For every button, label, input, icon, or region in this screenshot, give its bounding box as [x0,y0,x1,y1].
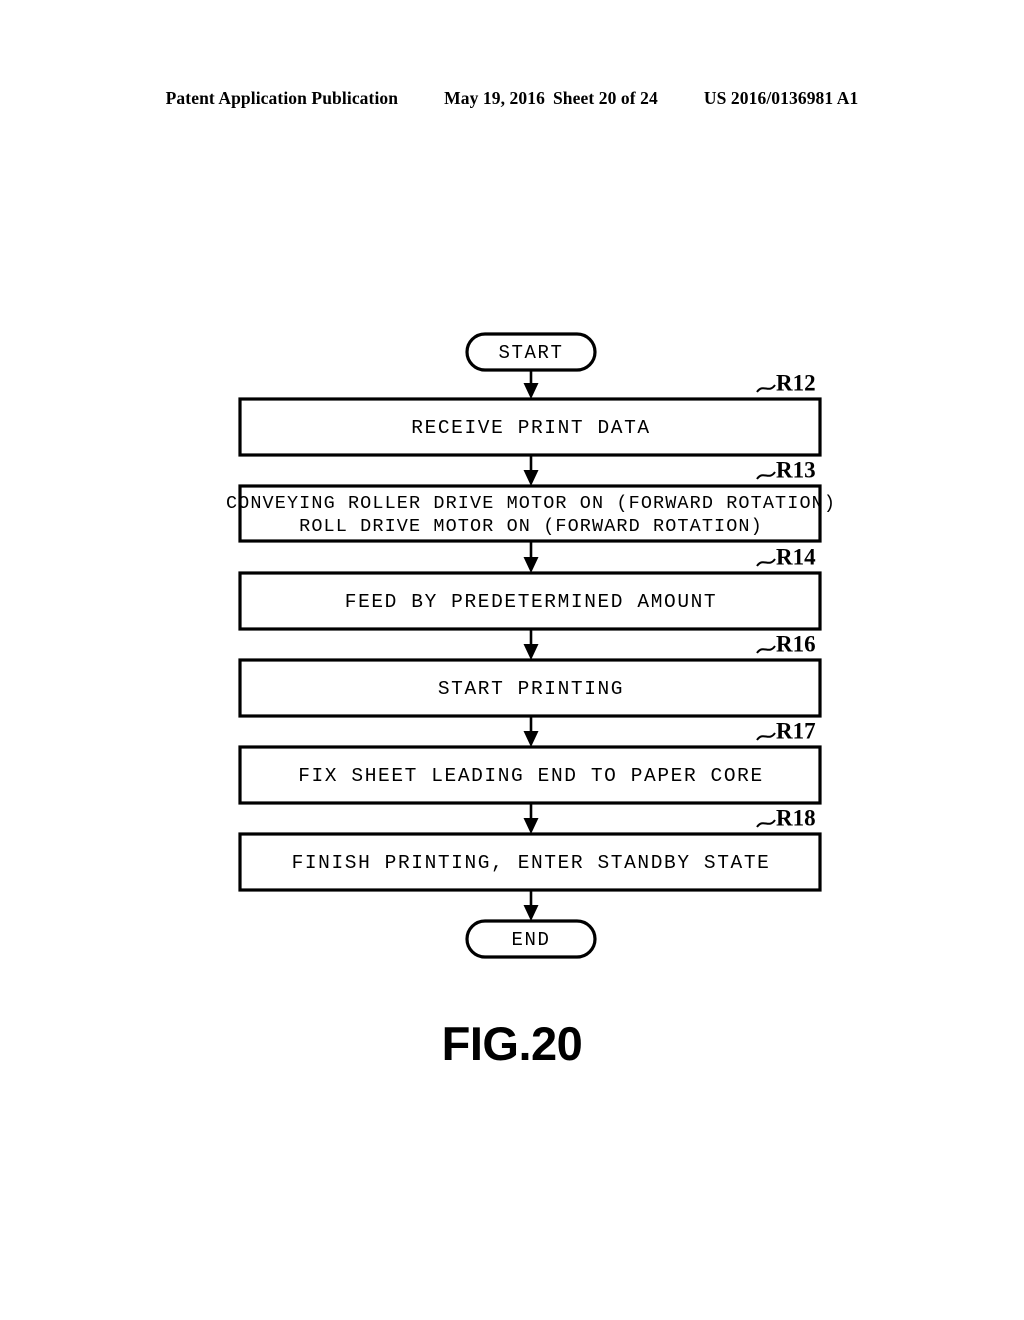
r17-step-line-1: FIX SHEET LEADING END TO PAPER CORE [298,765,764,787]
end-terminator-label: END [511,929,550,951]
r16-step-line-1: START PRINTING [438,678,624,700]
r18-step-line-1: FINISH PRINTING, ENTER STANDBY STATE [292,852,771,874]
r16-reference-label: R16 [776,631,816,656]
r13-step-line-2: ROLL DRIVE MOTOR ON (FORWARD ROTATION) [299,516,763,537]
start-terminator-label: START [498,342,563,364]
r14-step-line-1: FEED BY PREDETERMINED AMOUNT [345,591,717,613]
r13-reference-label: R13 [776,457,816,482]
connector-r14-to-r16 [523,629,539,660]
connector-r12-to-r13 [523,455,539,486]
r18-reference-label: R18 [776,805,816,830]
connector-r18-to-end [523,890,539,921]
r14-reference-label: R14 [776,544,816,569]
figure-caption: FIG.20 [441,1017,583,1070]
r12-step-line-1: RECEIVE PRINT DATA [411,417,650,439]
connector-r13-to-r14 [523,541,539,573]
connector-r17-to-r18 [523,803,539,834]
connector-r16-to-r17 [523,716,539,747]
flow-node-end: END [465,919,597,959]
r13-step-line-1: CONVEYING ROLLER DRIVE MOTOR ON (FORWARD… [226,493,836,514]
r12-reference-label: R12 [776,370,816,395]
flow-node-start: START [465,332,597,372]
r17-reference-label: R17 [776,718,816,743]
connector-start-to-r12 [523,370,539,399]
flowchart-diagram: START RECEIVE PRINT DATA R12 CONVEYING R… [0,0,1024,1320]
